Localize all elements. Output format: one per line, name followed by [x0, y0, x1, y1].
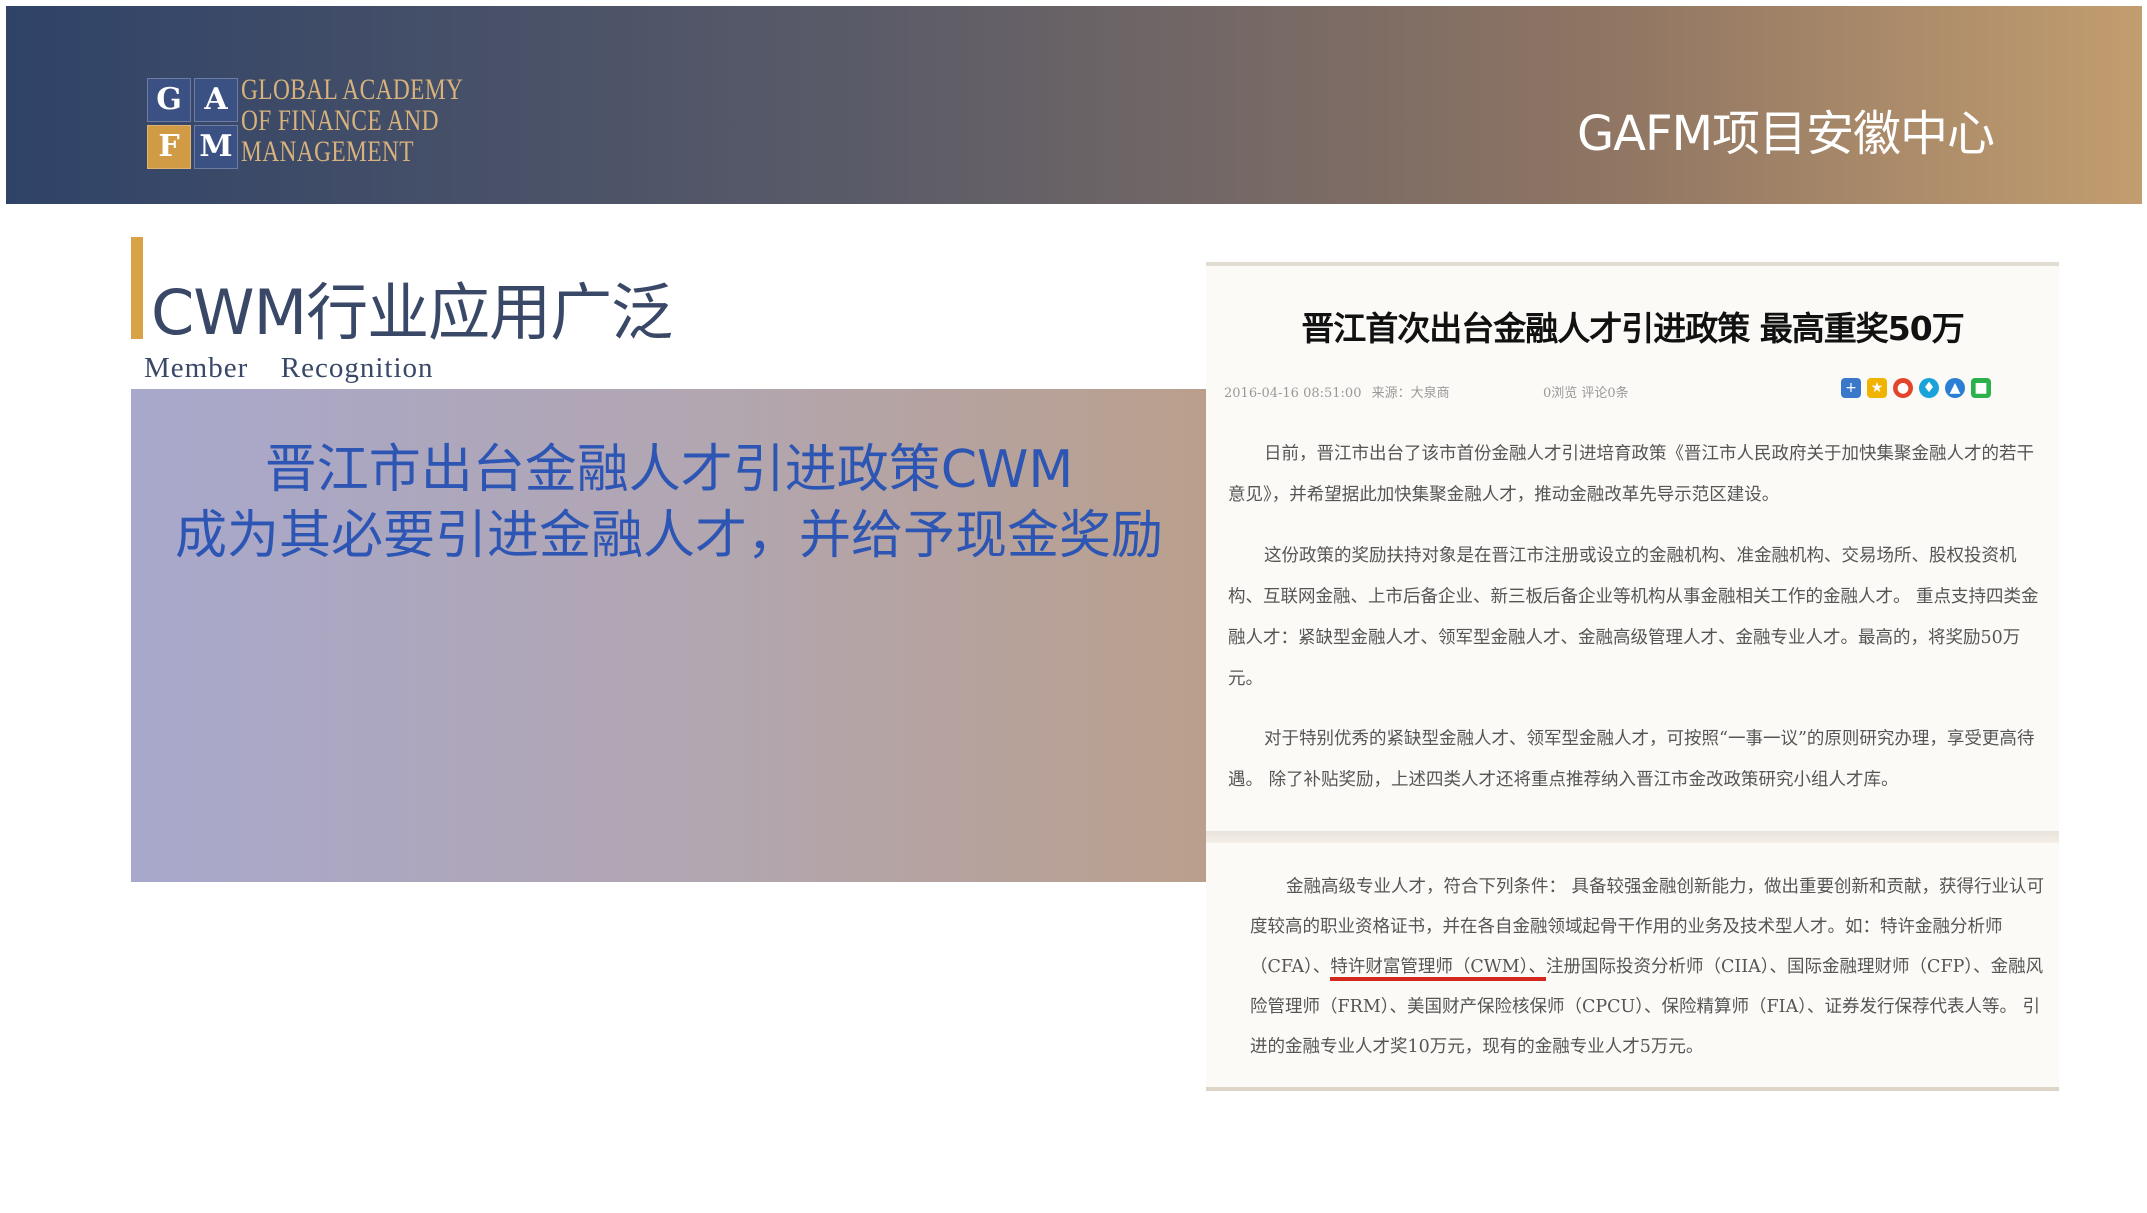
plus-icon[interactable]: + [1841, 378, 1861, 398]
qzone-icon[interactable]: ▲ [1945, 378, 1965, 398]
pin-icon[interactable]: ♦ [1919, 378, 1939, 398]
article-date: 2016-04-16 08:51:00 [1224, 386, 1362, 401]
article-stats: 0浏览 评论0条 [1543, 386, 1629, 401]
page-subtitle: Member Recognition [144, 352, 434, 384]
logo-wordmark: GLOBAL ACADEMY OF FINANCE AND MANAGEMENT [241, 73, 464, 168]
logo-line-3: MANAGEMENT [241, 135, 414, 168]
panel-heading: 晋江市出台金融人才引进政策CWM 成为其必要引进金融人才，并给予现金奖励 [131, 437, 1207, 569]
share-toolbar: + ★ ● ♦ ▲ ■ [1841, 378, 1991, 398]
article-meta: 2016-04-16 08:51:00 来源：大泉商 [1224, 382, 1456, 401]
weibo-icon[interactable]: ● [1893, 378, 1913, 398]
logo-line-2: OF FINANCE AND [241, 104, 439, 137]
header-banner: G A F M GLOBAL ACADEMY OF FINANCE AND MA… [6, 6, 2142, 204]
title-accent-bar [131, 237, 143, 339]
star-icon[interactable]: ★ [1867, 378, 1887, 398]
cwm-highlight: 特许财富管理师（CWM）、 [1330, 957, 1546, 981]
logo-line-1: GLOBAL ACADEMY [241, 73, 464, 106]
highlight-panel: 晋江市出台金融人才引进政策CWM 成为其必要引进金融人才，并给予现金奖励 [131, 389, 1207, 882]
article-excerpt: 金融高级专业人才，符合下列条件： 具备较强金融创新能力，做出重要创新和贡献，获得… [1250, 867, 2050, 1067]
page-title: CWM行业应用广泛 [151, 276, 673, 349]
logo-letter-m: M [194, 125, 238, 169]
logo-letter-g: G [147, 78, 191, 122]
article-title: 晋江首次出台金融人才引进政策 最高重奖50万 [1301, 309, 1964, 348]
panel-heading-line-2: 成为其必要引进金融人才，并给予现金奖励 [174, 506, 1163, 566]
logo-letter-f: F [147, 125, 191, 169]
article-paragraph-3: 对于特别优秀的紧缺型金融人才、领军型金融人才，可按照“一事一议”的原则研究办理，… [1228, 729, 2035, 790]
wechat-icon[interactable]: ■ [1971, 378, 1991, 398]
logo-letter-a: A [194, 78, 238, 122]
panel-heading-line-1: 晋江市出台金融人才引进政策CWM [264, 440, 1074, 500]
clipping-divider [1206, 831, 2059, 843]
article-paragraph-2: 这份政策的奖励扶持对象是在晋江市注册或设立的金融机构、准金融机构、交易场所、股权… [1228, 546, 2039, 689]
article-paragraph-1: 日前，晋江市出台了该市首份金融人才引进培育政策《晋江市人民政府关于加快集聚金融人… [1228, 444, 2034, 505]
news-article-screenshot: 晋江首次出台金融人才引进政策 最高重奖50万 2016-04-16 08:51:… [1206, 262, 2059, 1091]
center-name: GAFM项目安徽中心 [1576, 106, 1995, 162]
article-source: 来源：大泉商 [1371, 386, 1450, 401]
